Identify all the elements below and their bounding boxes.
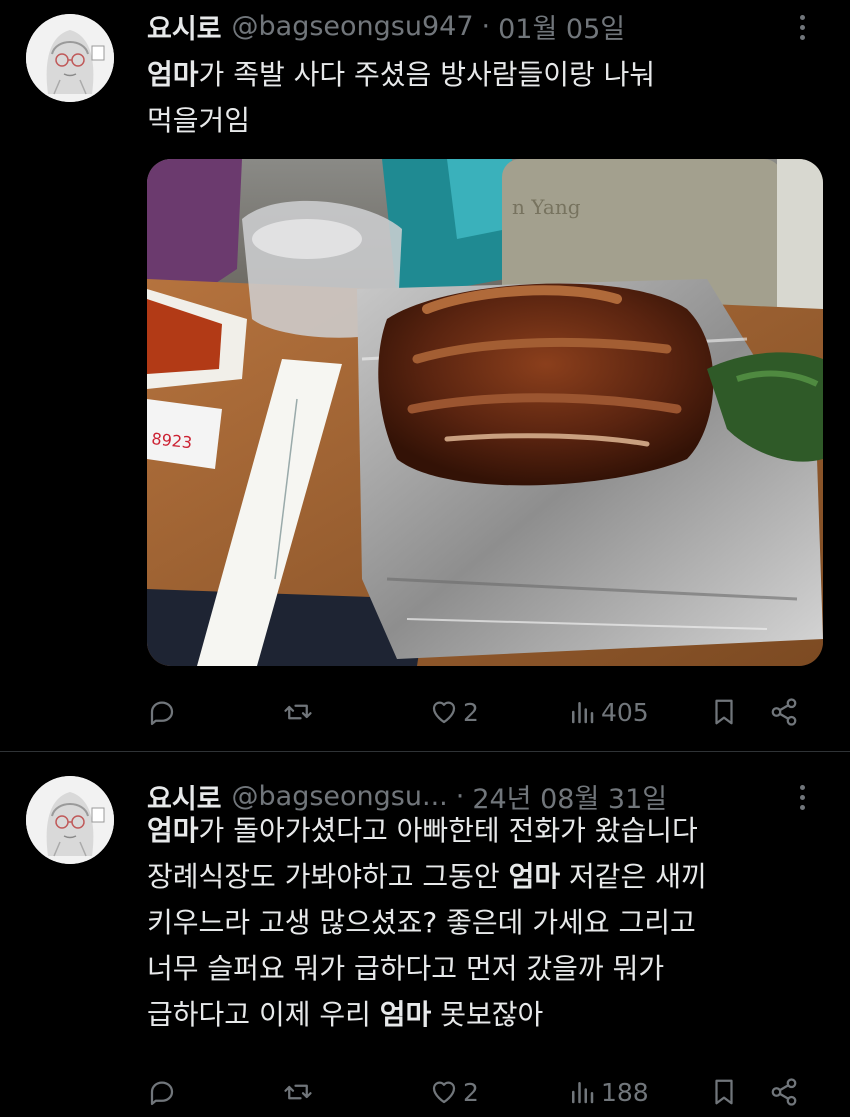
tweet[interactable]: 요시로 @bagseongsu... · 24년 08월 31일 엄마가 돌아가… [0, 752, 850, 1117]
views-icon [572, 702, 594, 724]
author-handle[interactable]: @bagseongsu947 [232, 11, 474, 42]
bookmark-button[interactable] [709, 692, 739, 732]
separator: · [481, 10, 491, 42]
text-highlight: 엄마 [379, 998, 432, 1031]
tweet-actions: 2 188 [147, 1072, 817, 1112]
bookmark-icon [715, 1079, 733, 1105]
tweet-photo[interactable]: n Yang 8923 [147, 159, 823, 666]
like-count: 2 [463, 1077, 479, 1107]
views-button[interactable]: 405 [567, 692, 649, 732]
view-count: 405 [601, 697, 649, 727]
reply-button[interactable] [147, 692, 181, 732]
view-count: 188 [601, 1077, 649, 1107]
text-highlight: 엄마 [147, 58, 199, 91]
reply-icon [150, 701, 174, 725]
text-segment: 못보잖아 [431, 998, 544, 1031]
tweet-text: 엄마가 족발 사다 주셨음 방사람들이랑 나눠 먹을거임 [147, 52, 807, 144]
bookmark-button[interactable] [709, 1072, 739, 1112]
bookmark-icon [715, 699, 733, 725]
tweet[interactable]: 요시로 @bagseongsu947 · 01월 05일 엄마가 족발 사다 주… [0, 0, 850, 752]
like-button[interactable]: 2 [429, 1072, 479, 1112]
tweet-actions: 2 405 [147, 692, 817, 732]
like-button[interactable]: 2 [429, 692, 479, 732]
watermark-text: n Yang [512, 195, 581, 219]
tweet-header: 요시로 @bagseongsu947 · 01월 05일 [147, 6, 625, 46]
retweet-button[interactable] [283, 692, 317, 732]
avatar[interactable] [26, 14, 114, 102]
separator: · [455, 780, 465, 812]
heart-icon [432, 1081, 456, 1104]
views-button[interactable]: 188 [567, 1072, 649, 1112]
share-button[interactable] [769, 1072, 799, 1112]
author-name[interactable]: 요시로 [147, 7, 222, 46]
share-icon [771, 1078, 797, 1106]
share-button[interactable] [769, 692, 799, 732]
like-count: 2 [463, 697, 479, 727]
avatar[interactable] [26, 776, 114, 864]
views-icon [572, 1082, 594, 1104]
retweet-icon [284, 704, 312, 720]
more-icon[interactable] [790, 10, 814, 44]
retweet-button[interactable] [283, 1072, 317, 1112]
reply-button[interactable] [147, 1072, 181, 1112]
text-segment: 가 족발 사다 주셨음 방사람들이랑 나눠 먹을거임 [147, 58, 656, 137]
tweet-date[interactable]: 01월 05일 [498, 7, 625, 46]
text-highlight: 엄마 [147, 814, 199, 847]
heart-icon [432, 701, 456, 724]
text-highlight: 엄마 [508, 860, 561, 893]
reply-icon [150, 1081, 174, 1105]
retweet-icon [284, 1084, 312, 1100]
author-handle[interactable]: @bagseongsu... [232, 781, 448, 812]
tweet-text: 엄마가 돌아가셨다고 아빠한테 전화가 왔습니다 장례식장도 가봐야하고 그동안… [147, 808, 807, 1038]
share-icon [771, 698, 797, 726]
